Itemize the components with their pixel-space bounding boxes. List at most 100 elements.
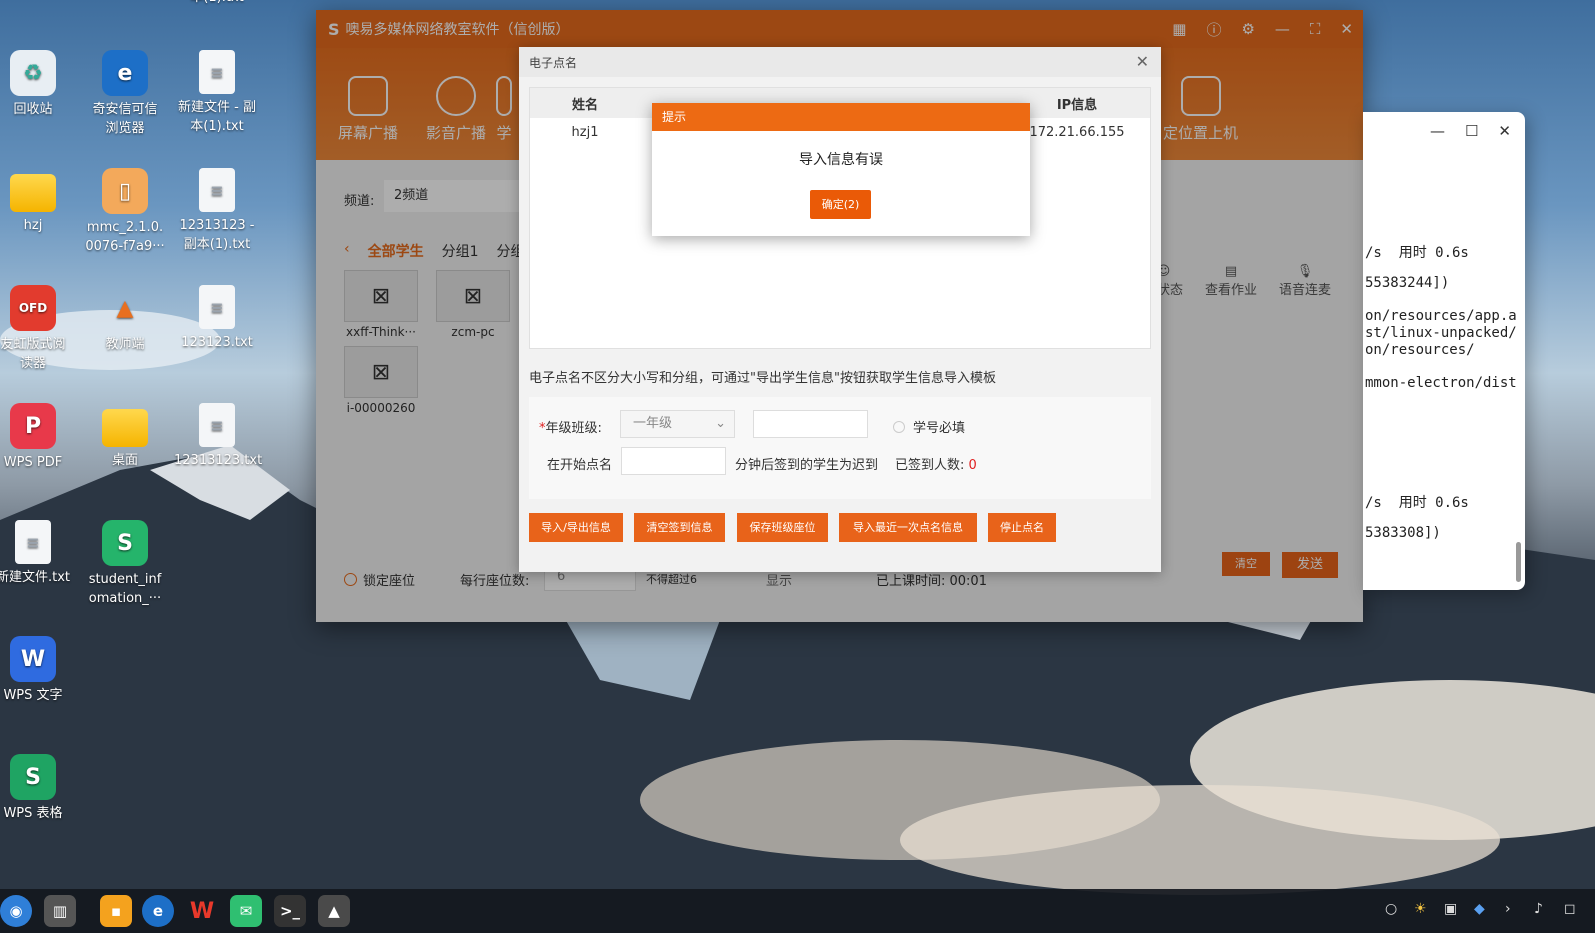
wps-sheet-icon: S bbox=[10, 754, 56, 800]
confirm-button[interactable]: 确定(2) bbox=[810, 190, 871, 219]
notification-icon[interactable]: ◻ bbox=[1564, 901, 1576, 917]
browser-icon: e bbox=[102, 50, 148, 96]
desktop-icon-label: WPS PDF bbox=[3, 455, 63, 470]
terminal-line: on/resources/ bbox=[1365, 342, 1475, 358]
terminal-line: 5383308]) bbox=[1365, 525, 1441, 541]
desktop-icon-label: 123123.txt bbox=[181, 335, 253, 350]
rollcall-title: 电子点名 bbox=[529, 55, 578, 70]
stop-rollcall-button[interactable]: 停止点名 bbox=[988, 513, 1056, 542]
search-icon[interactable]: ○ bbox=[1385, 901, 1397, 917]
folder-icon bbox=[10, 174, 56, 212]
close-icon[interactable]: ✕ bbox=[1136, 52, 1149, 71]
desktop-icon-label: 新建文件 - 副 本(1).txt bbox=[178, 100, 256, 134]
folder-icon bbox=[102, 409, 148, 447]
desktop-icon-label: 12313123.txt bbox=[174, 453, 263, 468]
text-file-icon: ≡ bbox=[199, 403, 235, 447]
teacher-app-icon: ▲ bbox=[116, 295, 134, 321]
start-label: 在开始点名 bbox=[547, 458, 613, 473]
save-seats-button[interactable]: 保存班级座位 bbox=[737, 513, 828, 542]
alert-title: 提示 bbox=[652, 103, 1030, 131]
rollcall-note: 电子点名不区分大小写和分组，可通过"导出学生信息"按钮获取学生信息导入模板 bbox=[529, 371, 996, 386]
desktop-icon[interactable]: W WPS 文字 bbox=[0, 636, 76, 705]
wps-pdf-icon: P bbox=[10, 403, 56, 449]
desktop-icon-label: WPS 文字 bbox=[3, 688, 63, 703]
wps-writer-icon: W bbox=[10, 636, 56, 682]
maximize-icon[interactable]: ☐ bbox=[1465, 122, 1478, 140]
desktop-icon[interactable]: ≡ 新建文件.txt bbox=[0, 520, 76, 587]
browser-icon[interactable]: e bbox=[142, 895, 174, 927]
desktop-icon[interactable]: ♻ 回收站 bbox=[0, 50, 76, 119]
id-required-option[interactable]: 学号必填 bbox=[893, 417, 965, 436]
alert-message: 导入信息有误 bbox=[799, 152, 883, 168]
brightness-icon[interactable]: ☀ bbox=[1414, 901, 1427, 917]
terminal-line: on/resources/app.a bbox=[1365, 308, 1517, 324]
terminal-window: — ☐ ✕ /s 用时 0.6s 55383244]) on/resources/a… bbox=[1363, 112, 1525, 590]
desktop-icon[interactable]: P WPS PDF bbox=[0, 403, 76, 472]
wps-icon[interactable]: W bbox=[186, 895, 218, 927]
close-icon[interactable]: ✕ bbox=[1498, 122, 1511, 140]
desktop-icon-label: 新建文件.txt bbox=[0, 570, 71, 585]
desktop-icon[interactable]: S WPS 表格 bbox=[0, 754, 76, 823]
import-last-rollcall-button[interactable]: 导入最近一次点名信息 bbox=[839, 513, 977, 542]
desktop-icon[interactable]: OFD 友虹版式阅 读器 bbox=[0, 285, 76, 373]
minimize-icon[interactable]: — bbox=[1430, 122, 1445, 140]
class-input[interactable] bbox=[753, 410, 868, 438]
terminal-line: 55383244]) bbox=[1365, 275, 1450, 291]
text-file-icon: ≡ bbox=[15, 520, 51, 564]
terminal-line: /s 用时 0.6s bbox=[1365, 495, 1469, 511]
radio-icon bbox=[893, 420, 905, 433]
late-minutes-input[interactable] bbox=[621, 447, 726, 475]
student-name: hzj1 bbox=[571, 124, 599, 140]
terminal-scrollbar[interactable] bbox=[1516, 542, 1521, 582]
chevron-down-icon: ⌄ bbox=[715, 416, 726, 431]
column-ip: IP信息 bbox=[1056, 97, 1098, 113]
desktop-icon-label: 回收站 bbox=[13, 102, 53, 117]
desktop-icon-label: 教师端 bbox=[105, 337, 145, 352]
student-ip: 172.21.66.155 bbox=[1029, 124, 1125, 140]
terminal-line: st/linux-unpacked/ bbox=[1365, 325, 1517, 341]
desktop-icon[interactable]: hzj bbox=[0, 168, 76, 235]
desktop-icon[interactable]: ≡ 新建文件 - 副 本(1).txt bbox=[174, 50, 260, 136]
signed-label: 已签到人数: bbox=[895, 458, 965, 473]
desktop-icon[interactable]: ≡ 12313123 - 副本(1).txt bbox=[174, 168, 260, 254]
grade-select[interactable]: 一年级 ⌄ bbox=[620, 410, 735, 438]
late-label: 分钟后签到的学生为迟到 bbox=[735, 458, 879, 473]
desktop-icon[interactable]: ≡ 12313123.txt bbox=[174, 403, 263, 470]
chevron-right-icon[interactable]: › bbox=[1505, 901, 1511, 917]
desktop-icon[interactable]: Sstudent_inf omation_··· bbox=[82, 520, 168, 608]
column-name: 姓名 bbox=[571, 97, 598, 113]
grade-label: 年级班级: bbox=[545, 421, 602, 436]
clipboard-icon[interactable]: ▣ bbox=[1444, 901, 1457, 917]
desktop-icon-label: 本(1).txt bbox=[174, 0, 260, 7]
text-file-icon: ≡ bbox=[199, 285, 235, 329]
volume-icon[interactable]: ♪ bbox=[1534, 901, 1543, 917]
rollcall-header: 电子点名 ✕ bbox=[519, 47, 1161, 77]
import-export-button[interactable]: 导入/导出信息 bbox=[529, 513, 623, 542]
clear-signin-button[interactable]: 清空签到信息 bbox=[634, 513, 725, 542]
ime-icon[interactable]: ◆ bbox=[1474, 901, 1485, 917]
desktop-icon-label: 友虹版式阅 读器 bbox=[0, 337, 66, 371]
teacher-app-icon[interactable]: ▲ bbox=[318, 895, 350, 927]
file-manager-icon[interactable]: ▪ bbox=[100, 895, 132, 927]
spreadsheet-icon: S bbox=[102, 520, 148, 566]
chat-icon[interactable]: ✉ bbox=[230, 895, 262, 927]
terminal-line: mmon-electron/dist bbox=[1365, 375, 1517, 391]
desktop-icon[interactable]: ≡本(1).txt bbox=[174, 0, 260, 7]
start-menu-icon[interactable]: ◉ bbox=[0, 895, 32, 927]
desktop-icon[interactable]: ▲ 教师端 bbox=[82, 285, 168, 354]
desktop-icon[interactable]: 桌面 bbox=[82, 403, 168, 470]
desktop-icon-label: 奇安信可信 浏览器 bbox=[92, 102, 158, 136]
desktop-icon[interactable]: ≡ 123123.txt bbox=[174, 285, 260, 352]
rollcall-form: *年级班级: 一年级 ⌄ 学号必填 在开始点名 分钟后签到的学生为迟到 已签到人数… bbox=[529, 397, 1151, 499]
desktop-icon[interactable]: ▯ mmc_2.1.0. 0076-f7a9··· bbox=[82, 168, 168, 256]
multitask-icon[interactable]: ▥ bbox=[44, 895, 76, 927]
desktop-icon-label: 桌面 bbox=[111, 453, 138, 468]
recycle-bin-icon: ♻ bbox=[10, 50, 56, 96]
archive-icon: ▯ bbox=[102, 168, 148, 214]
text-file-icon: ≡ bbox=[199, 168, 235, 212]
terminal-icon[interactable]: >_ bbox=[274, 895, 306, 927]
text-file-icon: ≡ bbox=[199, 50, 235, 94]
desktop-icon[interactable]: e 奇安信可信 浏览器 bbox=[82, 50, 168, 138]
ofd-reader-icon: OFD bbox=[10, 285, 56, 331]
desktop-icon-label: hzj bbox=[23, 218, 43, 233]
